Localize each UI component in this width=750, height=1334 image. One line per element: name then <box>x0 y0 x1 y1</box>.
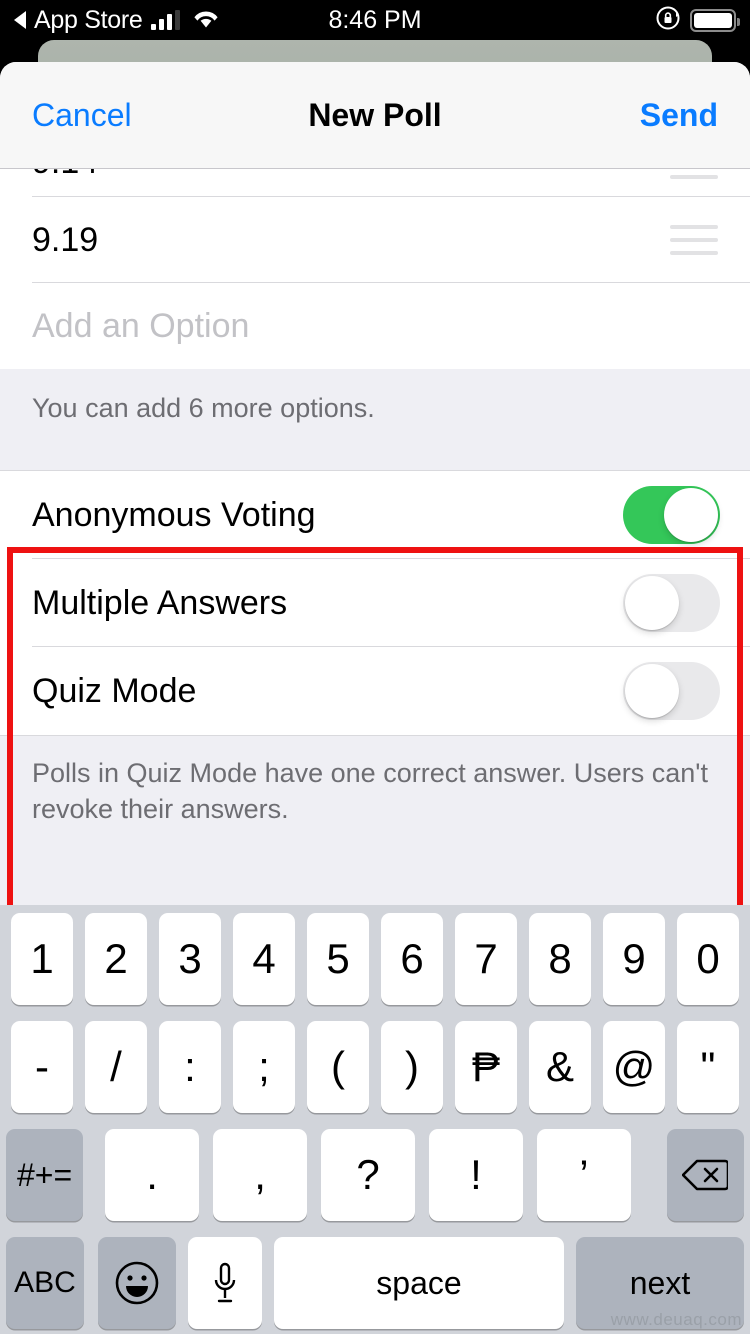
poll-option-row[interactable]: 9.19 <box>0 197 750 283</box>
poll-option-input[interactable]: 9.14 <box>32 169 670 182</box>
quiz-mode-note: Polls in Quiz Mode have one correct answ… <box>0 736 750 852</box>
poll-option-row[interactable]: 9.14 <box>0 169 750 197</box>
setting-label: Anonymous Voting <box>32 495 316 534</box>
status-bar-right <box>655 0 740 40</box>
poll-option-input[interactable]: 9.19 <box>32 221 670 260</box>
backspace-delete-icon[interactable] <box>666 1129 745 1221</box>
drag-handle-icon[interactable] <box>670 169 718 179</box>
key-abc-switch[interactable]: ABC <box>6 1237 84 1329</box>
status-bar: App Store 8:46 PM <box>0 0 750 40</box>
key-6[interactable]: 6 <box>381 913 443 1005</box>
key-quote[interactable]: " <box>677 1021 739 1113</box>
key-slash[interactable]: / <box>85 1021 147 1113</box>
poll-settings-group: Anonymous Voting Multiple Answers Quiz M… <box>0 470 750 737</box>
key-9[interactable]: 9 <box>603 913 665 1005</box>
keyboard-row-symbols: - / : ; ( ) ₱ & @ " <box>0 1021 750 1113</box>
on-screen-keyboard: 1 2 3 4 5 6 7 8 9 0 - / : ; ( ) ₱ & @ " … <box>0 905 750 1334</box>
send-button[interactable]: Send <box>640 62 718 169</box>
key-space[interactable]: space <box>274 1237 564 1329</box>
setting-row-anonymous-voting[interactable]: Anonymous Voting <box>0 471 750 560</box>
key-4[interactable]: 4 <box>233 913 295 1005</box>
key-semicolon[interactable]: ; <box>233 1021 295 1113</box>
key-8[interactable]: 8 <box>529 913 591 1005</box>
drag-handle-icon[interactable] <box>670 225 718 255</box>
key-peso[interactable]: ₱ <box>455 1021 517 1113</box>
keyboard-row-numbers: 1 2 3 4 5 6 7 8 9 0 <box>0 913 750 1005</box>
rotation-lock-icon <box>655 5 681 36</box>
keyboard-row-punctuation: #+= . , ? ! ’ <box>0 1129 750 1221</box>
navigation-bar: Cancel New Poll Send <box>0 62 750 169</box>
quiz-mode-toggle[interactable] <box>623 662 720 721</box>
key-5[interactable]: 5 <box>307 913 369 1005</box>
setting-row-multiple-answers[interactable]: Multiple Answers <box>0 559 750 648</box>
key-0[interactable]: 0 <box>677 913 739 1005</box>
key-1[interactable]: 1 <box>11 913 73 1005</box>
page-title: New Poll <box>308 97 442 133</box>
key-at[interactable]: @ <box>603 1021 665 1113</box>
key-paren-close[interactable]: ) <box>381 1021 443 1113</box>
key-symbols-switch[interactable]: #+= <box>5 1129 84 1221</box>
emoji-smiley-icon[interactable] <box>98 1237 176 1329</box>
setting-label: Multiple Answers <box>32 583 288 622</box>
setting-label: Quiz Mode <box>32 671 197 710</box>
add-option-input[interactable]: Add an Option <box>32 307 718 346</box>
microphone-icon[interactable] <box>188 1237 262 1329</box>
key-apostrophe[interactable]: ’ <box>536 1129 631 1221</box>
key-paren-open[interactable]: ( <box>307 1021 369 1113</box>
status-bar-clock: 8:46 PM <box>328 6 422 34</box>
key-3[interactable]: 3 <box>159 913 221 1005</box>
key-period[interactable]: . <box>105 1129 200 1221</box>
section-spacer <box>0 444 750 471</box>
options-footer-note: You can add 6 more options. <box>0 369 750 445</box>
add-option-row[interactable]: Add an Option <box>0 283 750 369</box>
key-question[interactable]: ? <box>321 1129 415 1221</box>
key-2[interactable]: 2 <box>85 913 147 1005</box>
key-comma[interactable]: , <box>213 1129 308 1221</box>
site-watermark: www.deuaq.com <box>610 1310 742 1329</box>
key-hyphen[interactable]: - <box>11 1021 73 1113</box>
key-7[interactable]: 7 <box>455 913 517 1005</box>
key-colon[interactable]: : <box>159 1021 221 1113</box>
anonymous-voting-toggle[interactable] <box>623 486 720 545</box>
setting-row-quiz-mode[interactable]: Quiz Mode <box>0 647 750 735</box>
battery-full-icon <box>690 8 740 32</box>
multiple-answers-toggle[interactable] <box>623 574 720 633</box>
key-exclamation[interactable]: ! <box>428 1129 523 1221</box>
key-ampersand[interactable]: & <box>529 1021 591 1113</box>
iphone-screen: App Store 8:46 PM Cancel New Poll Send 9… <box>0 0 750 1334</box>
poll-options-group: 9.14 9.19 Add an Option <box>0 169 750 369</box>
